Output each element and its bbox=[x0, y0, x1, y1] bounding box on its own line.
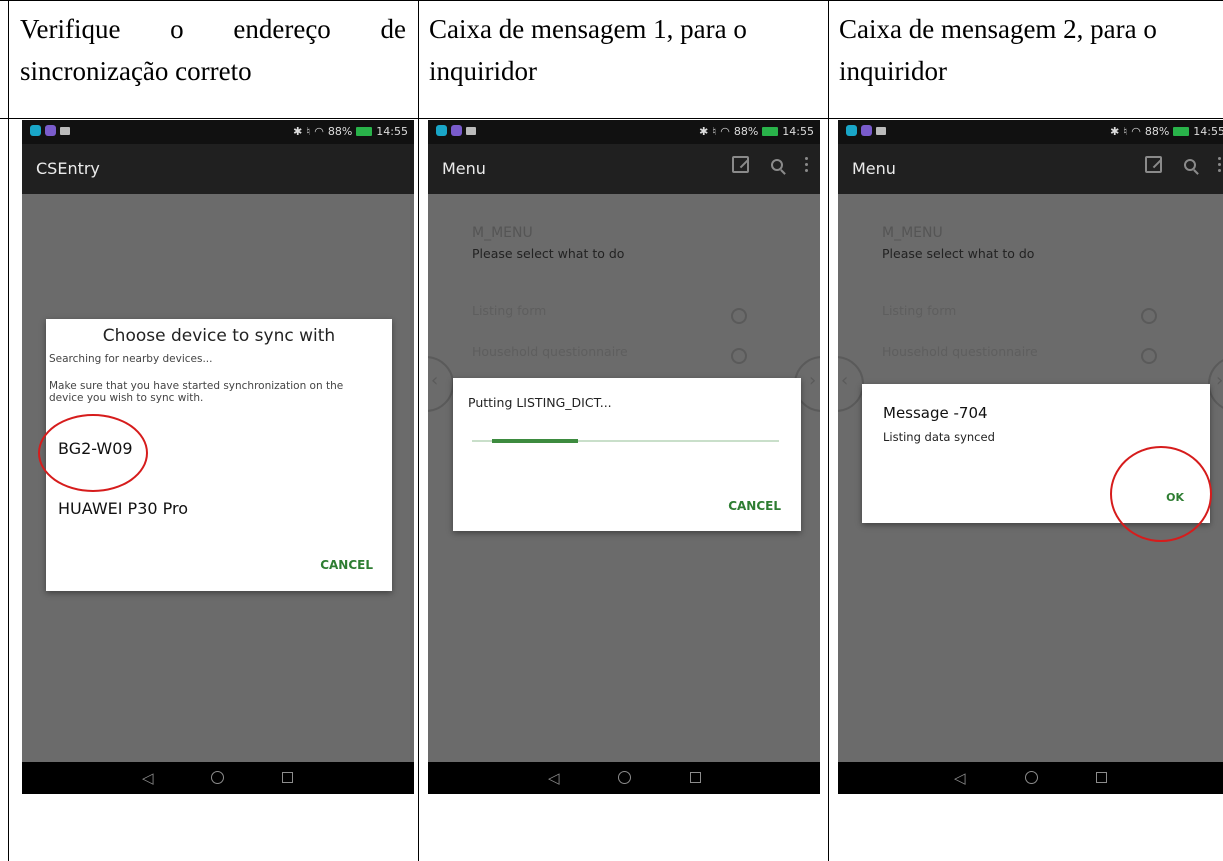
app-notification-icon bbox=[846, 125, 857, 136]
back-icon[interactable]: ◁ bbox=[142, 770, 154, 786]
chevron-left-icon[interactable]: ‹ bbox=[431, 370, 438, 391]
status-bar: ✱ ♮ ◠ 88% 14:55 bbox=[428, 120, 820, 144]
navigation-bar: ◁ bbox=[838, 762, 1223, 794]
option-listing-form[interactable]: Listing form bbox=[472, 303, 546, 318]
menu-form: M_MENU Please select what to do Listing … bbox=[882, 225, 1038, 359]
form-prompt: Please select what to do bbox=[472, 246, 625, 261]
clock: 14:55 bbox=[376, 125, 408, 138]
more-vert-icon[interactable] bbox=[1218, 157, 1221, 172]
battery-icon bbox=[1173, 127, 1190, 136]
app-notification-icon bbox=[861, 125, 872, 136]
search-icon[interactable] bbox=[771, 158, 783, 171]
header-cell-1: Verifique o endereço de sincronização corre… bbox=[20, 14, 406, 86]
highlight-circle-device bbox=[38, 414, 148, 492]
bluetooth-icon: ✱ bbox=[1110, 125, 1120, 138]
progress-dialog: Putting LISTING_DICT... CANCEL bbox=[453, 378, 801, 531]
back-icon[interactable]: ◁ bbox=[954, 770, 966, 786]
recents-icon[interactable] bbox=[282, 772, 293, 783]
highlight-circle-ok bbox=[1110, 446, 1212, 542]
dialog-title: Choose device to sync with bbox=[102, 326, 336, 346]
progress-fill bbox=[492, 439, 578, 443]
chevron-left-icon[interactable]: ‹ bbox=[841, 370, 848, 391]
recents-icon[interactable] bbox=[690, 772, 701, 783]
mail-icon bbox=[876, 127, 886, 135]
app-notification-icon bbox=[436, 125, 447, 136]
mail-icon bbox=[466, 127, 476, 135]
header-cell-3: Caixa de mensagem 2, para o inquiridor bbox=[839, 14, 1157, 86]
home-icon[interactable] bbox=[211, 771, 224, 784]
chevron-right-icon[interactable]: › bbox=[1216, 370, 1223, 391]
message-body: Listing data synced bbox=[883, 430, 995, 444]
battery-icon bbox=[356, 127, 373, 136]
cancel-button[interactable]: CANCEL bbox=[320, 558, 373, 572]
app-bar: Menu bbox=[838, 144, 1223, 194]
chevron-right-icon[interactable]: › bbox=[809, 370, 816, 391]
battery-percent: 88% bbox=[1144, 125, 1170, 138]
bluetooth-icon: ✱ bbox=[293, 125, 303, 138]
navigation-bar: ◁ bbox=[428, 762, 820, 794]
option-household-questionnaire[interactable]: Household questionnaire bbox=[472, 344, 628, 359]
device-item[interactable]: HUAWEI P30 Pro bbox=[58, 499, 188, 518]
wifi-icon: ◠ bbox=[1131, 125, 1141, 138]
app-bar: CSEntry bbox=[22, 144, 414, 194]
wifi-icon: ◠ bbox=[720, 125, 730, 138]
radio-listing-form[interactable] bbox=[1141, 308, 1157, 324]
app-title: Menu bbox=[852, 159, 896, 178]
bluetooth-icon: ✱ bbox=[699, 125, 709, 138]
nfc-icon: ♮ bbox=[1123, 125, 1128, 138]
message-title: Message -704 bbox=[883, 404, 988, 422]
home-icon[interactable] bbox=[618, 771, 631, 784]
recents-icon[interactable] bbox=[1096, 772, 1107, 783]
header-cell-2: Caixa de mensagem 1, para o inquiridor bbox=[429, 14, 747, 86]
table-divider-1 bbox=[418, 0, 419, 861]
form-heading: M_MENU bbox=[472, 225, 533, 241]
clock: 14:55 bbox=[1193, 125, 1223, 138]
option-listing-form[interactable]: Listing form bbox=[882, 303, 956, 318]
navigation-bar: ◁ bbox=[22, 762, 414, 794]
edit-icon[interactable] bbox=[732, 156, 749, 173]
app-bar: Menu bbox=[428, 144, 820, 194]
cancel-button[interactable]: CANCEL bbox=[728, 499, 781, 513]
edit-icon[interactable] bbox=[1145, 156, 1162, 173]
back-icon[interactable]: ◁ bbox=[548, 770, 560, 786]
progress-message: Putting LISTING_DICT... bbox=[468, 395, 612, 410]
table-divider-2 bbox=[828, 0, 829, 861]
battery-icon bbox=[762, 127, 779, 136]
table-border-top bbox=[0, 0, 1223, 1]
app-notification-icon bbox=[45, 125, 56, 136]
instructions-text: Make sure that you have started synchron… bbox=[49, 380, 344, 404]
battery-percent: 88% bbox=[327, 125, 353, 138]
option-household-questionnaire[interactable]: Household questionnaire bbox=[882, 344, 1038, 359]
search-icon[interactable] bbox=[1184, 158, 1196, 171]
more-vert-icon[interactable] bbox=[805, 157, 808, 172]
phone-screenshot-2: ✱ ♮ ◠ 88% 14:55 Menu M_MENU Please select wh… bbox=[428, 120, 820, 794]
status-bar: ✱ ♮ ◠ 88% 14:55 bbox=[838, 120, 1223, 144]
form-heading: M_MENU bbox=[882, 225, 943, 241]
app-notification-icon bbox=[30, 125, 41, 136]
form-prompt: Please select what to do bbox=[882, 246, 1035, 261]
table-border-left bbox=[8, 0, 9, 861]
table-border-header bbox=[0, 118, 1223, 119]
nfc-icon: ♮ bbox=[306, 125, 311, 138]
battery-percent: 88% bbox=[733, 125, 759, 138]
menu-form: M_MENU Please select what to do Listing … bbox=[472, 225, 628, 359]
app-notification-icon bbox=[451, 125, 462, 136]
wifi-icon: ◠ bbox=[314, 125, 324, 138]
clock: 14:55 bbox=[782, 125, 814, 138]
progress-track bbox=[472, 439, 779, 443]
status-bar: ✱ ♮ ◠ 88% 14:55 bbox=[22, 120, 414, 144]
app-title: Menu bbox=[442, 159, 486, 178]
home-icon[interactable] bbox=[1025, 771, 1038, 784]
radio-listing-form[interactable] bbox=[731, 308, 747, 324]
mail-icon bbox=[60, 127, 70, 135]
radio-household-questionnaire[interactable] bbox=[1141, 348, 1157, 364]
nfc-icon: ♮ bbox=[712, 125, 717, 138]
searching-text: Searching for nearby devices... bbox=[49, 353, 213, 365]
app-title: CSEntry bbox=[36, 159, 100, 178]
radio-household-questionnaire[interactable] bbox=[731, 348, 747, 364]
